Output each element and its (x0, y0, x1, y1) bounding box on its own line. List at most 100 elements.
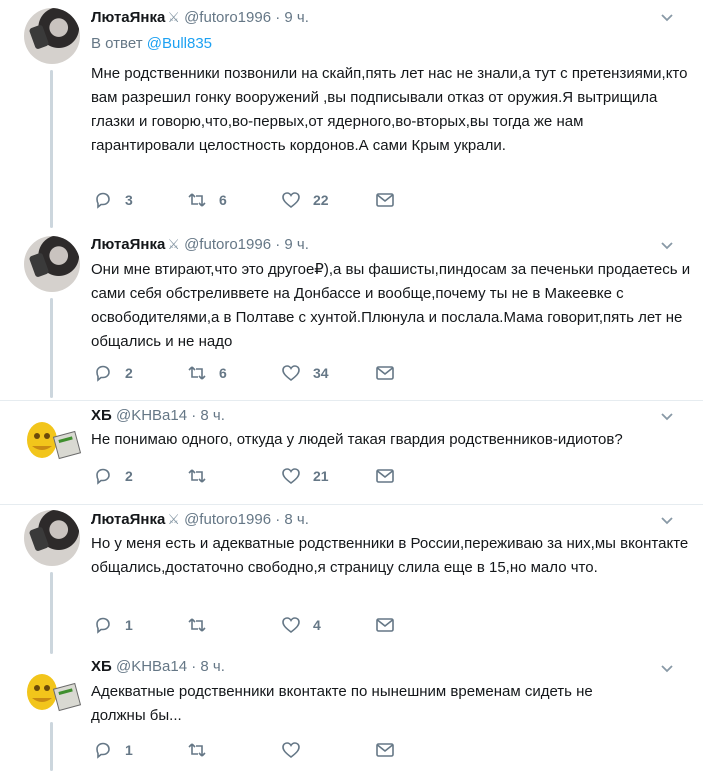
heart-icon (282, 365, 300, 382)
separator-dot: · (191, 658, 197, 675)
avatar[interactable] (24, 8, 80, 64)
tweet-header: ЛютаЯнка ⚔ @futoro1996 · 8 ч. (91, 509, 309, 529)
reply-button[interactable]: 1 (93, 615, 133, 635)
envelope-icon (376, 743, 394, 757)
like-button[interactable] (281, 740, 301, 760)
tweet[interactable]: ЛютаЯнка ⚔ @futoro1996 · 8 ч. Но у меня е… (0, 504, 703, 654)
retweet-button[interactable] (187, 615, 207, 635)
retweet-button[interactable]: 6 (187, 190, 227, 210)
retweet-button[interactable] (187, 466, 207, 486)
thread-line (50, 70, 53, 228)
crossed-swords-icon: ⚔ (167, 9, 180, 25)
retweet-icon (188, 469, 206, 483)
retweet-icon (188, 193, 206, 207)
crossed-swords-icon: ⚔ (167, 236, 180, 252)
retweet-icon (188, 618, 206, 632)
chevron-down-icon[interactable] (659, 513, 675, 529)
like-count: 4 (313, 617, 321, 633)
like-button[interactable]: 22 (281, 190, 329, 210)
tweet[interactable]: ЛютаЯнка ⚔ @futoro1996 · 9 ч. Они мне вти… (0, 230, 703, 400)
heart-icon (282, 742, 300, 759)
retweet-icon (188, 366, 206, 380)
chevron-down-icon[interactable] (659, 409, 675, 425)
author-name[interactable]: ЛютаЯнка (91, 236, 165, 253)
heart-icon (282, 192, 300, 209)
like-count: 22 (313, 192, 329, 208)
avatar[interactable] (24, 416, 82, 464)
reply-count: 2 (125, 365, 133, 381)
tweet-text: Не понимаю одного, откуда у людей такая … (91, 431, 623, 448)
reply-icon (96, 742, 110, 759)
direct-message-button[interactable] (375, 190, 395, 210)
tweet[interactable]: ХБ @KHBa14 · 8 ч. Адекватные родственник… (0, 652, 703, 771)
retweet-icon (188, 743, 206, 757)
separator-dot: · (275, 9, 281, 26)
meme-avatar-image (27, 674, 82, 712)
timestamp[interactable]: 8 ч. (200, 658, 225, 675)
avatar[interactable] (24, 510, 80, 566)
like-button[interactable]: 21 (281, 466, 329, 486)
reply-button[interactable]: 3 (93, 190, 133, 210)
author-name[interactable]: ЛютаЯнка (91, 511, 165, 528)
heart-icon (282, 617, 300, 634)
retweet-button[interactable] (187, 740, 207, 760)
direct-message-button[interactable] (375, 466, 395, 486)
tweet-header: ХБ @KHBa14 · 8 ч. (91, 657, 225, 677)
tweet-text: Но у меня есть и адекватные родственники… (91, 535, 689, 576)
chevron-down-icon[interactable] (659, 10, 675, 26)
crossed-swords-icon: ⚔ (167, 511, 180, 527)
author-handle[interactable]: @KHBa14 (116, 407, 187, 424)
timestamp[interactable]: 9 ч. (284, 9, 309, 26)
tweet[interactable]: ХБ @KHBa14 · 8 ч. Не понимаю одного, отк… (0, 400, 703, 504)
author-handle[interactable]: @futoro1996 (184, 511, 271, 528)
retweet-count: 6 (219, 192, 227, 208)
chevron-down-icon[interactable] (659, 661, 675, 677)
separator-dot: · (191, 407, 197, 424)
reply-count: 1 (125, 742, 133, 758)
author-handle[interactable]: @futoro1996 (184, 9, 271, 26)
heart-icon (282, 468, 300, 485)
author-name[interactable]: ХБ (91, 407, 112, 424)
direct-message-button[interactable] (375, 615, 395, 635)
timestamp[interactable]: 8 ч. (284, 511, 309, 528)
reply-count: 1 (125, 617, 133, 633)
avatar[interactable] (24, 236, 80, 292)
reply-button[interactable]: 2 (93, 466, 133, 486)
thread-line (50, 298, 53, 398)
thread-line (50, 722, 53, 771)
separator-dot: · (275, 236, 281, 253)
reply-icon (96, 192, 110, 209)
timestamp[interactable]: 9 ч. (284, 236, 309, 253)
author-name[interactable]: ЛютаЯнка (91, 9, 165, 26)
retweet-button[interactable]: 6 (187, 363, 227, 383)
direct-message-button[interactable] (375, 363, 395, 383)
reply-icon (96, 617, 110, 634)
author-handle[interactable]: @futoro1996 (184, 236, 271, 253)
thread-line (50, 572, 53, 654)
like-count: 34 (313, 365, 329, 381)
reply-button[interactable]: 2 (93, 363, 133, 383)
like-button[interactable]: 34 (281, 363, 329, 383)
like-button[interactable]: 4 (281, 615, 321, 635)
reply-icon (96, 365, 110, 382)
envelope-icon (376, 618, 394, 632)
tweet[interactable]: ЛютаЯнка ⚔ @futoro1996 · 9 ч. В ответ @Bu… (0, 0, 703, 230)
reply-mention-link[interactable]: @Bull835 (147, 35, 212, 52)
separator-dot: · (275, 511, 281, 528)
avatar[interactable] (24, 668, 82, 716)
timestamp[interactable]: 8 ч. (200, 407, 225, 424)
like-count: 21 (313, 468, 329, 484)
retweet-count: 6 (219, 365, 227, 381)
tweet-header: ЛютаЯнка ⚔ @futoro1996 · 9 ч. (91, 7, 309, 27)
reply-context: В ответ @Bull835 (91, 34, 212, 54)
envelope-icon (376, 193, 394, 207)
chevron-down-icon[interactable] (659, 238, 675, 254)
tweet-text: Адекватные родственники вконтакте по нын… (91, 683, 593, 724)
envelope-icon (376, 366, 394, 380)
reply-button[interactable]: 1 (93, 740, 133, 760)
direct-message-button[interactable] (375, 740, 395, 760)
author-handle[interactable]: @KHBa14 (116, 658, 187, 675)
reply-icon (96, 468, 110, 485)
author-name[interactable]: ХБ (91, 658, 112, 675)
meme-avatar-image (27, 422, 82, 460)
